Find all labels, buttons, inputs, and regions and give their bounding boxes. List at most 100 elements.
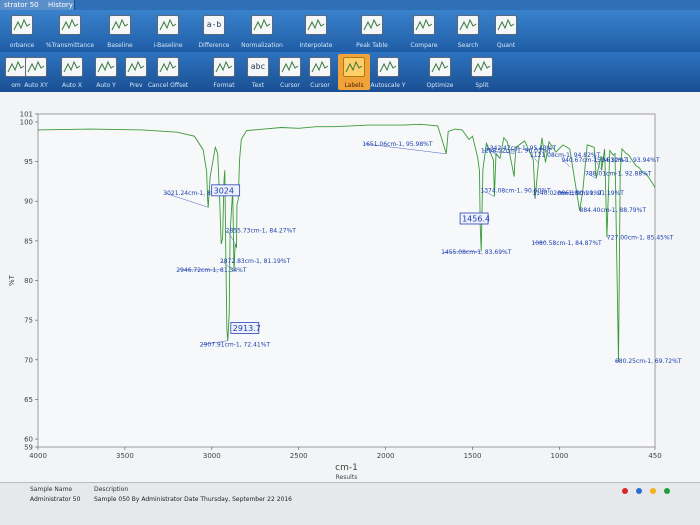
interpolate-icon [305, 15, 327, 35]
i-baseline-button[interactable]: i-Baseline [148, 12, 188, 50]
y-tick-label: 65 [24, 396, 33, 404]
compare-icon [413, 15, 435, 35]
spectrum-plot-area[interactable]: 101 100 95 90 85 80 75 70 65 60 59 4000 3500 3000 2500… [0, 92, 700, 482]
ribbon-top: orbance %Transmittance Baseline i-Baseline a… [0, 10, 700, 52]
peak-box-label: 2913.7 [233, 324, 261, 333]
peak-label: 884.40cm-1, 88.79%T [580, 207, 647, 214]
peak-label: 1140.02cm-1, 90.29%T [532, 190, 603, 197]
optimize-icon [429, 57, 451, 77]
col-description: Description [94, 486, 129, 493]
x-tick-label: 3000 [203, 452, 221, 460]
x-tick-label: 4000 [29, 452, 47, 460]
peak-label: 2872.83cm-1, 81.19%T [220, 258, 291, 265]
status-dot-blue[interactable] [636, 488, 642, 494]
y-tick-label: 85 [24, 237, 33, 245]
normalization-button[interactable]: Normalization [241, 12, 283, 50]
x-tick-label: 450 [648, 452, 661, 460]
ribbon-bottom: om Auto XY Auto X Auto Y Prev Cancel Offset Fo… [0, 52, 700, 92]
app-window: strator 50 History orbance %Transmittance… [0, 0, 700, 525]
text-icon: abc [247, 57, 269, 77]
ribbon-label: Baseline [107, 42, 133, 49]
peak-box-label: 1456.4 [462, 215, 490, 224]
absorbance-button[interactable]: orbance [2, 12, 42, 50]
x-tick-label: 1000 [550, 452, 568, 460]
peak-table-icon [361, 15, 383, 35]
status-dot-yellow[interactable] [650, 488, 656, 494]
ribbon-label: Split [475, 82, 489, 89]
cancel-offset-icon [157, 57, 179, 77]
x-tick-label: 2500 [290, 452, 308, 460]
status-dot-red[interactable] [622, 488, 628, 494]
cancel-offset-button[interactable]: Cancel Offset [148, 54, 188, 90]
peak-label: 2907.91cm-1, 72.41%T [200, 342, 271, 349]
peak-table-button[interactable]: Peak Table [352, 12, 392, 50]
ribbon-label: i-Baseline [153, 42, 183, 49]
auto-xy-icon [25, 57, 47, 77]
ribbon-label: Interpolate [299, 42, 333, 49]
i-baseline-icon [157, 15, 179, 35]
auto-y-icon [95, 57, 117, 77]
transmittance-icon [59, 15, 81, 35]
ribbon-label: Normalization [241, 42, 283, 49]
ribbon-label: Difference [198, 42, 230, 49]
cursor2-icon [309, 57, 331, 77]
baseline-icon [109, 15, 131, 35]
y-tick-label: 59 [24, 444, 33, 452]
ribbon-label: %Transmittance [45, 42, 95, 49]
y-tick-label: 90 [24, 198, 33, 206]
results-panel: Sample Name Description Administrator 50… [0, 482, 700, 525]
peak-label: 1651.06cm-1, 95.98%T [362, 141, 433, 148]
x-tick-label: 2000 [377, 452, 395, 460]
cursor-icon [279, 57, 301, 77]
peak-label: 680.25cm-1, 69.72%T [615, 358, 682, 365]
app-title: strator 50 [0, 0, 49, 10]
result-row-description[interactable]: Sample 050 By Administrator Date Thursda… [94, 496, 292, 503]
y-tick-label: 75 [24, 317, 33, 325]
split-icon [471, 57, 493, 77]
absorbance-icon [11, 15, 33, 35]
y-tick-label: 100 [20, 118, 33, 126]
difference-icon: a-b [203, 15, 225, 35]
prev-icon [125, 57, 147, 77]
difference-button[interactable]: a-b Difference [194, 12, 234, 50]
search-icon [457, 15, 479, 35]
optimize-button[interactable]: Optimize [424, 54, 456, 90]
y-tick-label: 70 [24, 356, 33, 364]
result-row-name[interactable]: Administrator 50 [30, 496, 80, 503]
compare-button[interactable]: Compare [404, 12, 444, 50]
x-tick-label: 3500 [116, 452, 134, 460]
ribbon-label: Autoscale Y [370, 82, 406, 89]
y-tick-label: 95 [24, 158, 33, 166]
ribbon-label: Cancel Offset [147, 82, 189, 89]
ribbon-label: Peak Table [356, 42, 388, 49]
autoscale-y-button[interactable]: Autoscale Y [371, 54, 405, 90]
autoscale-y-icon [377, 57, 399, 77]
labels-icon [343, 57, 365, 77]
auto-x-icon [61, 57, 83, 77]
peak-box-label: 3024 [214, 186, 234, 195]
ir-spectrum-chart[interactable]: 101100 95 90 85 80 75 70 65 60594000 3500 3000 2500… [0, 92, 700, 482]
peak-label: 1455.08cm-1, 83.69%T [441, 249, 512, 256]
y-axis-label: %T [8, 274, 16, 286]
title-bar: strator 50 History [0, 0, 700, 10]
ribbon-label: orbance [9, 42, 35, 49]
tab-history[interactable]: History [44, 0, 75, 10]
quant-button[interactable]: Quant [486, 12, 526, 50]
x-tick-label: 1500 [464, 452, 482, 460]
quant-icon [495, 15, 517, 35]
format-icon [213, 57, 235, 77]
interpolate-button[interactable]: Interpolate [296, 12, 336, 50]
y-tick-label: 80 [24, 277, 33, 285]
transmittance-button[interactable]: %Transmittance [46, 12, 94, 50]
baseline-button[interactable]: Baseline [100, 12, 140, 50]
peak-label: 2855.73cm-1, 84.27%T [226, 228, 297, 235]
ribbon-label: Optimize [426, 82, 454, 89]
status-dot-green[interactable] [664, 488, 670, 494]
split-button[interactable]: Split [466, 54, 498, 90]
peak-label: 940.67cm-1, 94.32%T [561, 157, 628, 164]
peak-label: 2946.72cm-1, 81.34%T [176, 267, 247, 274]
x-axis-label: cm-1 [335, 463, 358, 473]
y-tick-label: 101 [20, 111, 33, 119]
normalization-icon [251, 15, 273, 35]
auto-xy-button[interactable]: Auto XY [20, 54, 52, 90]
